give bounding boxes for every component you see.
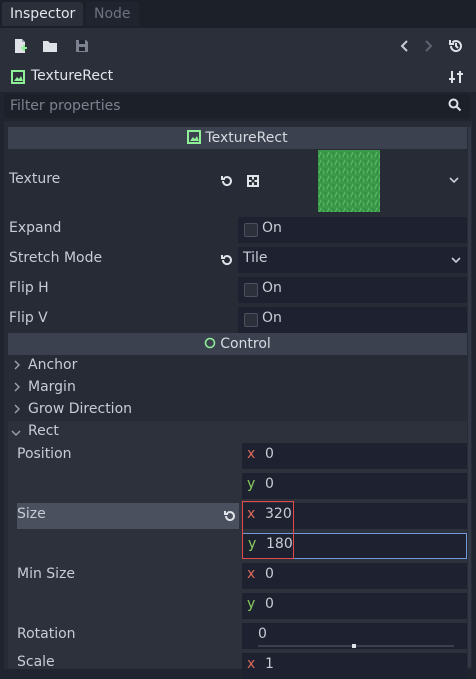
texture-rect-icon [187,127,202,149]
min-size-y-value: 0 [265,596,274,612]
chevron-right-icon [13,359,21,373]
revert-icon[interactable] [220,174,234,192]
min-size-x-value: 0 [265,566,274,582]
tab-node[interactable]: Node [86,2,139,26]
axis-label-x: x [247,446,256,462]
chevron-down-icon[interactable] [448,174,460,190]
texture-rect-icon [11,70,27,86]
scale-x-value: 1 [265,656,274,672]
axis-label-x: x [247,566,256,582]
open-folder-icon[interactable] [40,36,60,56]
expand-checkbox-label: On [262,220,282,236]
position-y-field[interactable]: y 0 [242,473,467,499]
search-icon [448,98,462,116]
object-history-icon[interactable] [446,36,466,56]
chevron-right-icon [13,381,21,395]
position-x-field[interactable]: x 0 [242,443,467,469]
object-name: TextureRect [31,68,114,84]
chevron-right-icon [13,403,21,417]
revert-icon[interactable] [223,509,237,527]
tab-inspector[interactable]: Inspector [2,2,84,26]
group-label: Rect [28,423,59,439]
chevron-down-icon [11,426,21,440]
control-icon [204,333,216,355]
property-label-size: Size [17,506,46,522]
property-label-expand: Expand [9,220,62,236]
filter-input[interactable] [4,94,430,118]
rotation-slider-grabber[interactable] [352,644,356,648]
flip-h-checkbox[interactable] [244,283,258,297]
position-y-value: 0 [265,476,274,492]
rotation-slider-track[interactable] [258,645,454,647]
group-anchor[interactable]: Anchor [8,355,467,377]
property-label-flip-v: Flip V [9,310,48,326]
new-resource-icon[interactable] [10,36,30,56]
revert-icon[interactable] [220,253,234,271]
stretch-mode-dropdown[interactable]: Tile [238,247,467,273]
flip-h-value[interactable]: On [238,277,467,303]
rotation-value: 0 [258,626,267,642]
texture-preview[interactable] [318,150,380,212]
scrollbar[interactable] [468,127,471,667]
history-back-icon[interactable] [395,36,415,56]
group-label: Anchor [28,357,78,373]
property-label-stretch-mode: Stretch Mode [9,250,103,266]
property-label-rotation: Rotation [17,626,76,642]
expand-checkbox[interactable] [244,223,258,237]
axis-label-y: y [247,596,256,612]
scale-x-field[interactable]: x 1 [242,653,467,679]
section-title: Control [220,336,271,352]
group-label: Margin [28,379,76,395]
flip-v-checkbox-label: On [262,310,282,326]
filter-properties-field[interactable] [4,94,470,118]
section-header-control[interactable]: Control [8,333,467,355]
property-label-flip-h: Flip H [9,280,49,296]
property-label-texture: Texture [9,171,61,187]
group-margin[interactable]: Margin [8,377,467,399]
section-header-texture-rect[interactable]: TextureRect [8,127,467,149]
stretch-mode-value: Tile [243,250,268,266]
group-label: Grow Direction [28,401,133,417]
flip-v-checkbox[interactable] [244,313,258,327]
min-size-y-field[interactable]: y 0 [242,593,467,619]
property-label-position: Position [17,446,72,462]
history-forward-icon[interactable] [418,36,438,56]
min-size-x-field[interactable]: x 0 [242,563,467,589]
rotation-slider-field[interactable]: 0 [242,623,467,649]
chevron-down-icon [450,254,462,270]
size-row-highlight [17,503,239,529]
highlight-box [242,501,294,559]
position-x-value: 0 [265,446,274,462]
save-icon[interactable] [72,36,92,56]
group-grow-direction[interactable]: Grow Direction [8,399,467,421]
image-texture-icon [246,174,260,192]
group-rect[interactable]: Rect [8,421,467,443]
expand-value[interactable]: On [238,217,467,243]
section-title: TextureRect [205,130,288,146]
tab-bar: Inspector Node [0,0,476,28]
flip-h-checkbox-label: On [262,280,282,296]
object-title-bar: TextureRect [0,64,476,92]
property-panel: TextureRect Texture Expand On Stretch Mo… [4,121,472,679]
property-label-min-size: Min Size [17,566,76,582]
flip-v-value[interactable]: On [238,307,467,333]
object-settings-icon[interactable] [448,69,466,87]
property-label-scale: Scale [17,654,55,670]
inspector-toolbar [0,28,476,64]
axis-label-y: y [247,476,256,492]
axis-label-x: x [247,656,256,672]
